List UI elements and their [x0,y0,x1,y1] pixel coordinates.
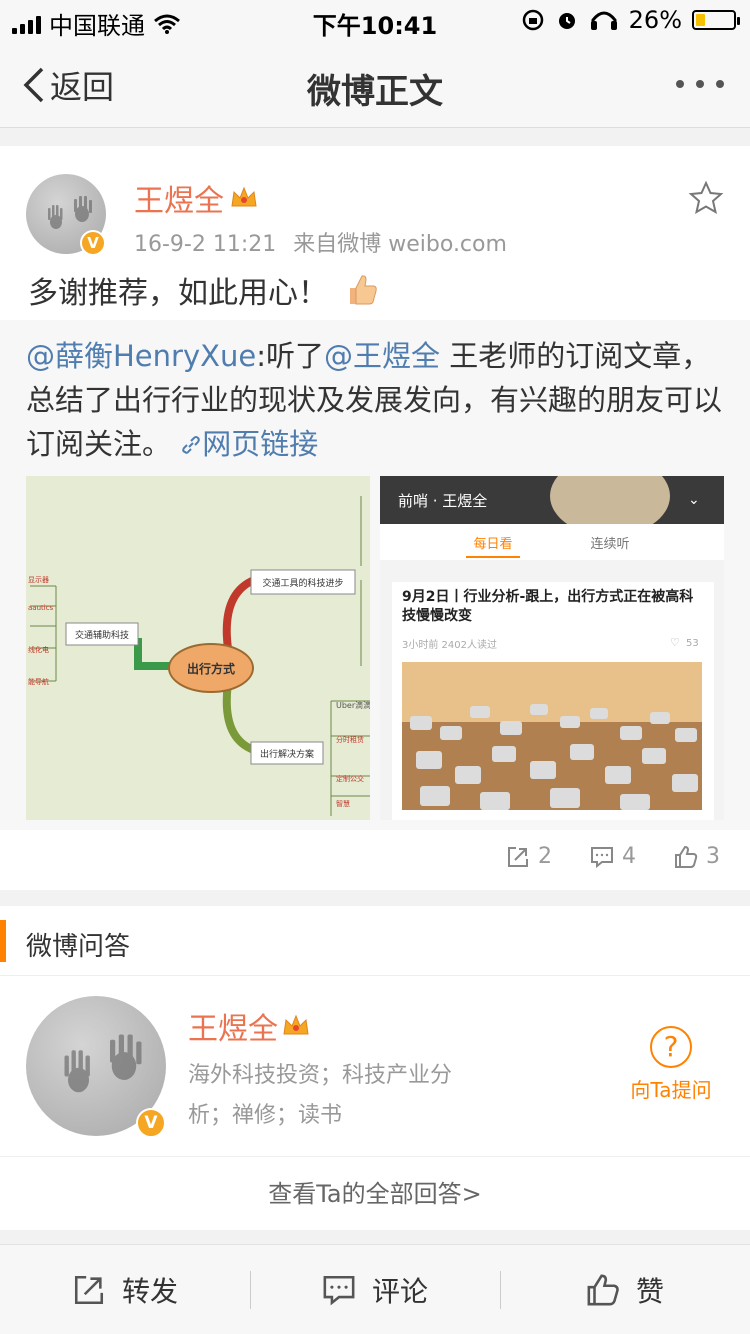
share-icon [74,1275,104,1304]
ask-button[interactable]: ? 向Ta提问 [626,1026,716,1103]
mindmap-branch: 出行解决方案 [260,748,314,760]
alarm-icon [558,13,575,29]
ask-label: 向Ta提问 [630,1078,712,1102]
comment-icon [591,846,613,868]
crown-icon [283,1014,309,1035]
repost-text: @薛衡HenryXue:听了@王煜全 王老师的订阅文章，总结了出行行业的现状及发… [26,334,726,466]
more-button[interactable] [676,80,724,88]
share-icon [508,846,528,867]
comment-action[interactable]: 4 [590,844,636,869]
section-accent-bar [0,920,6,962]
mindmap-leaf: 分时租赁 [336,735,364,744]
mindmap-image: 出行方式 交通工具的科技进步 交通辅助科技 出行解决方案 显示器 aautics… [28,496,370,816]
article-tab: 连续听 [590,536,629,552]
comment-count: 4 [622,844,636,869]
status-bar: 中国联通 下午10:41 26% [0,0,750,40]
qa-user-name[interactable]: 王煜全 [188,1004,310,1048]
mindmap-branch: 交通工具的科技进步 [262,577,343,589]
qa-user-name-text: 王煜全 [188,1012,278,1047]
article-card-likes: 53 [686,638,699,649]
verified-badge-icon: V [80,230,106,256]
verified-badge-icon: V [136,1108,166,1138]
repost-label: 转发 [121,1274,178,1308]
like-count: 3 [706,844,720,869]
thumbs-up-emoji-icon [350,275,377,305]
post-image-mindmap[interactable]: 出行方式 交通工具的科技进步 交通辅助科技 出行解决方案 显示器 aautics… [26,476,370,820]
repost-button[interactable]: 转发 [0,1245,250,1334]
like-button[interactable]: 赞 [500,1245,750,1334]
like-action[interactable]: 3 [674,844,720,869]
qa-header: 微博问答 [0,906,750,976]
mindmap-center: 出行方式 [187,661,235,676]
thumbs-up-icon [675,845,698,868]
comment-button[interactable]: 评论 [250,1245,500,1334]
more-dot [676,80,684,88]
article-screenshot-image: 前哨 · 王煜全 ⌄ 每日看 连续听 9月2日丨行业分析-跟上，出行方式正在被高… [380,476,724,820]
thumbs-up-icon [587,1274,619,1305]
author-name-text: 王煜全 [134,184,224,219]
mindmap-leaf: 显示器 [28,576,49,584]
more-dot [696,80,704,88]
chevron-down-icon: ⌄ [688,492,700,508]
article-header: 前哨 · 王煜全 [398,492,487,510]
mindmap-leaf: 智慧 [336,799,350,808]
comment-icon [323,1275,355,1305]
repost-text-part: :听了 [256,339,324,373]
battery-icon [692,10,740,30]
view-all-answers-link[interactable]: 查看Ta的全部回答> [0,1156,750,1230]
article-tab-active: 每日看 [473,536,512,552]
post-text: 多谢推荐，如此用心！ [28,268,380,312]
post-card: V 王煜全 16-9-2 11:21 来自微博 weibo.com 多谢推荐，如… [0,146,750,890]
web-link-label: 网页链接 [202,427,319,461]
mindmap-leaf: 定制公交 [336,774,364,783]
qa-section: 微博问答 V 王煜全 海外科技投资；科技产业分析；禅修；读书 ? 向Ta提问 查… [0,906,750,1230]
question-icon: ? [650,1026,692,1068]
author-name[interactable]: 王煜全 [134,176,258,220]
qa-user-description: 海外科技投资；科技产业分析；禅修；读书 [188,1063,453,1128]
section-title: 微博问答 [26,932,131,962]
post-time: 16-9-2 11:21 [134,232,277,257]
battery-percent: 26% [628,6,682,34]
post-text-content: 多谢推荐，如此用心！ [28,276,328,311]
status-right: 26% [521,6,740,34]
like-label: 赞 [635,1274,664,1308]
mindmap-branch: 交通辅助科技 [75,629,129,641]
rotation-lock-icon [522,9,543,31]
mindmap-leaf: aautics [28,604,54,612]
heart-icon: ♡ [670,636,680,649]
mindmap-leaf: Uber滴滴 [336,700,370,710]
mention-link[interactable]: @王煜全 [324,339,440,373]
bottom-toolbar: 转发 评论 赞 [0,1244,750,1334]
comment-label: 评论 [371,1274,428,1308]
crown-icon [231,186,257,207]
nav-bar: 返回 微博正文 [0,40,750,128]
headphones-icon [590,11,617,30]
mindmap-leaf: 能导航 [28,677,49,686]
article-card-title: 9月2日丨行业分析-跟上，出行方式正在被高科技慢慢改变 [402,589,694,624]
star-icon[interactable] [688,180,724,216]
mindmap-leaf: 线化电 [28,645,49,654]
link-icon [182,436,201,454]
repost-count: 2 [538,844,552,869]
page-title: 微博正文 [307,72,443,112]
more-dot [716,80,724,88]
post-image-article[interactable]: 前哨 · 王煜全 ⌄ 每日看 连续听 9月2日丨行业分析-跟上，出行方式正在被高… [380,476,724,820]
post-actions: 2 4 3 [506,844,720,869]
mention-link[interactable]: @薛衡HenryXue [26,339,256,373]
post-source: 来自微博 weibo.com [293,232,507,257]
web-link[interactable]: 网页链接 [180,427,318,461]
post-meta: 16-9-2 11:21 来自微博 weibo.com [134,226,507,258]
repost-block[interactable]: @薛衡HenryXue:听了@王煜全 王老师的订阅文章，总结了出行行业的现状及发… [0,320,750,830]
article-card-meta: 3小时前 2402人读过 [402,638,497,651]
repost-action[interactable]: 2 [506,844,552,869]
